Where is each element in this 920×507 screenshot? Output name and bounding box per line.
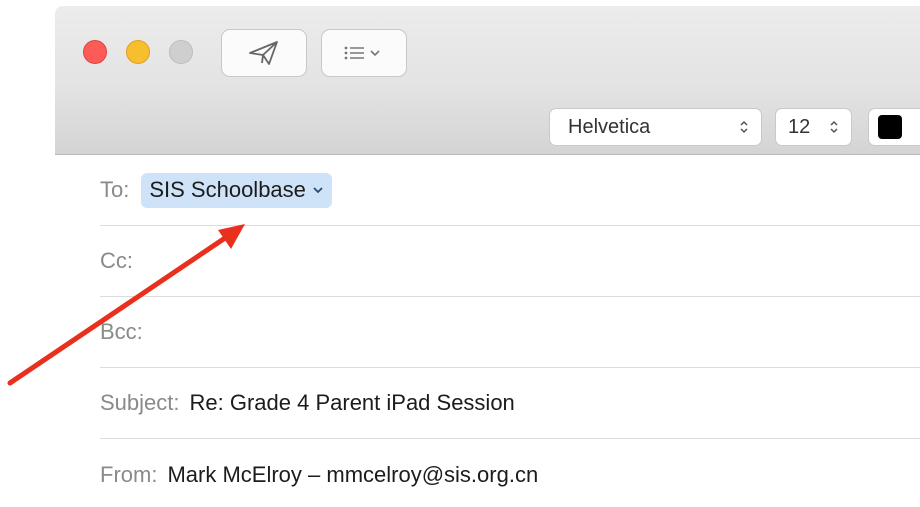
color-swatch: [878, 115, 902, 139]
from-value[interactable]: Mark McElroy – mmcelroy@sis.org.cn: [167, 462, 538, 488]
bcc-field[interactable]: Bcc:: [100, 297, 920, 368]
list-chevron-icon: [344, 46, 380, 60]
bcc-label: Bcc:: [100, 319, 143, 344]
font-size-value: 12: [788, 115, 811, 138]
to-label: To:: [100, 177, 130, 202]
chevron-down-icon: [313, 186, 323, 193]
header-fields-button[interactable]: [321, 29, 407, 77]
from-label: From:: [100, 461, 158, 487]
send-button[interactable]: [221, 29, 307, 77]
cc-label: Cc:: [100, 248, 133, 273]
close-button[interactable]: [83, 40, 107, 64]
font-family-value: Helvetica: [568, 115, 651, 138]
up-down-chevron-icon: [740, 120, 748, 134]
from-field[interactable]: From: Mark McElroy – mmcelroy@sis.org.cn: [100, 439, 920, 507]
up-down-chevron-icon: [830, 120, 838, 134]
subject-value[interactable]: Re: Grade 4 Parent iPad Session: [190, 390, 515, 416]
toolbar: Helvetica 12: [55, 6, 920, 155]
font-size-select[interactable]: 12: [775, 108, 852, 146]
paper-plane-icon: [249, 41, 278, 65]
cc-field[interactable]: Cc:: [100, 226, 920, 297]
recipient-token[interactable]: SIS Schoolbase: [141, 172, 332, 208]
mail-compose-window: Helvetica 12 To: SIS Schoolbase Cc: Bcc:…: [55, 0, 920, 507]
minimize-button[interactable]: [126, 40, 150, 64]
font-family-select[interactable]: Helvetica: [549, 108, 762, 146]
subject-label: Subject:: [100, 390, 180, 415]
text-color-well[interactable]: [868, 108, 920, 146]
to-field[interactable]: To: SIS Schoolbase: [100, 155, 920, 226]
recipient-name: SIS Schoolbase: [149, 176, 306, 202]
zoom-button[interactable]: [169, 40, 193, 64]
subject-field[interactable]: Subject: Re: Grade 4 Parent iPad Session: [100, 368, 920, 439]
